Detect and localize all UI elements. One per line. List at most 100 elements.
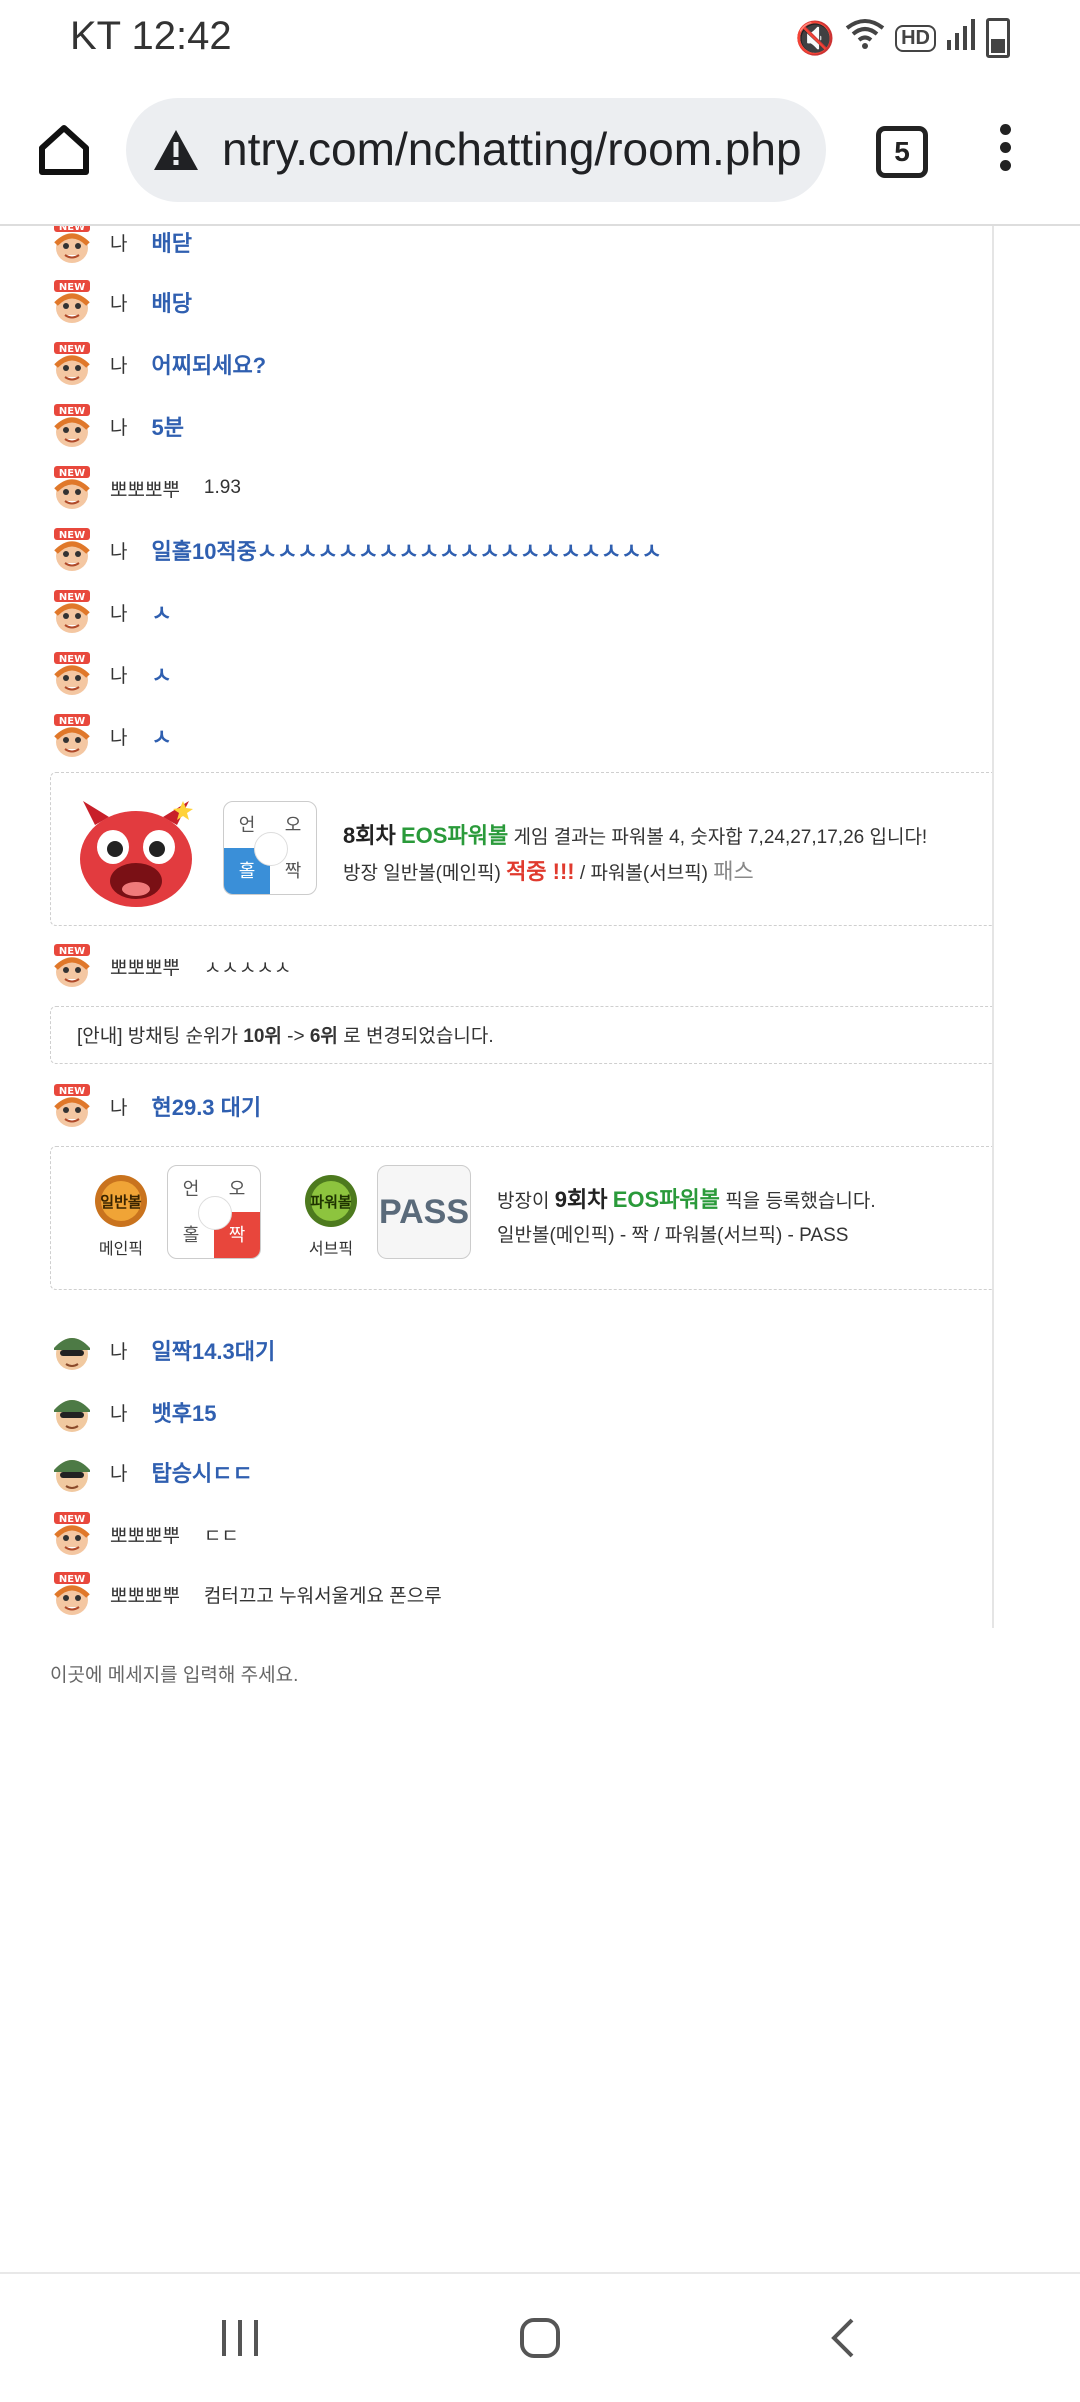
chat-nickname[interactable]: 나	[110, 537, 127, 564]
new-user-avatar-icon: NEW	[54, 466, 90, 509]
home-nav-icon[interactable]	[518, 2316, 562, 2360]
game-result-box: 언 오 홀 짝 8회차 EOS파워볼 게임 결과는 파워볼 4, 숫자합 7,2…	[50, 772, 992, 926]
chat-text: 일짝14.3대기	[151, 1339, 276, 1364]
new-user-avatar-icon: NEW	[54, 1512, 90, 1555]
notice-box: [안내] 방채팅 순위가 10위 -> 6위 로 변경되었습니다.	[50, 1006, 992, 1064]
pass-label: 패스	[713, 859, 754, 884]
notice-suffix: 로 변경되었습니다.	[337, 1026, 494, 1047]
address-bar[interactable]: ntry.com/nchatting/room.php	[126, 98, 826, 202]
chat-text: 어찌되세요?	[151, 353, 267, 378]
battery-icon	[986, 18, 1010, 58]
svg-text:NEW: NEW	[59, 226, 85, 233]
power-ball-badge-icon: 파워볼	[305, 1175, 357, 1227]
result-text: 8회차 EOS파워볼 게임 결과는 파워볼 4, 숫자합 7,24,27,17,…	[343, 819, 927, 891]
svg-text:NEW: NEW	[59, 1514, 85, 1525]
main-pick-label: 방장 일반볼(메인픽)	[343, 863, 507, 884]
pick-line-2: 일반볼(메인픽) - 짝 / 파워볼(서브픽) - PASS	[497, 1225, 849, 1246]
result-pick-grid: 언 오 홀 짝	[223, 801, 317, 895]
chat-nickname[interactable]: 나	[110, 289, 127, 316]
chat-nickname[interactable]: 나	[110, 723, 127, 750]
new-user-avatar-icon: NEW	[54, 590, 90, 633]
new-user-avatar-icon: NEW	[54, 944, 90, 987]
chat-message: NEW 뽀뽀뽀뿌 ㄷㄷ	[50, 1512, 239, 1556]
rank-to: 6위	[309, 1026, 338, 1047]
browser-toolbar: ntry.com/nchatting/room.php 5	[0, 80, 1080, 226]
notice-prefix: [안내] 방채팅 순위가	[77, 1026, 244, 1047]
tab-switcher-button[interactable]: 5	[876, 126, 928, 178]
chat-message: NEW 나 ㅅ	[50, 652, 172, 696]
svg-text:NEW: NEW	[59, 592, 85, 603]
chat-nickname[interactable]: 뽀뽀뽀뿌	[110, 475, 180, 502]
svg-text:NEW: NEW	[59, 1574, 85, 1585]
pick-line-1: 방장이 9회차 EOS파워볼 픽을 등록했습니다.	[497, 1183, 876, 1219]
chat-message: NEW 나 일홀10적중ㅅㅅㅅㅅㅅㅅㅅㅅㅅㅅㅅㅅㅅㅅㅅㅅㅅㅅㅅㅅ	[50, 528, 662, 572]
pass-badge: PASS	[378, 1193, 470, 1231]
chat-text: ㅅ	[151, 725, 172, 750]
chat-nickname[interactable]: 나	[110, 661, 127, 688]
notice-arrow: ->	[281, 1026, 310, 1047]
chat-message: NEW 뽀뽀뽀뿌 ㅅㅅㅅㅅㅅ	[50, 944, 291, 988]
pick-prefix: 방장이	[497, 1191, 555, 1212]
pick-game: EOS파워볼	[612, 1187, 720, 1212]
sub-pick-caption: 서브픽	[308, 1241, 354, 1258]
soldier-avatar-icon	[54, 1338, 90, 1370]
recent-apps-icon[interactable]	[218, 2316, 262, 2360]
new-user-avatar-icon: NEW	[54, 1084, 90, 1127]
svg-text:NEW: NEW	[59, 406, 85, 417]
new-user-avatar-icon: NEW	[54, 404, 90, 447]
chat-nickname[interactable]: 나	[110, 1459, 127, 1486]
chat-text: 배닫	[151, 231, 192, 256]
new-user-avatar-icon: NEW	[54, 1572, 90, 1615]
status-icons: 🔇 HD	[795, 18, 1010, 58]
pick-suffix: 픽을 등록했습니다.	[719, 1191, 876, 1212]
chat-text: 탑승시ㄷㄷ	[151, 1461, 253, 1486]
chat-nickname[interactable]: 뽀뽀뽀뿌	[110, 1581, 180, 1608]
back-icon[interactable]	[822, 2316, 866, 2360]
soldier-avatar-icon	[54, 1400, 90, 1432]
svg-text:NEW: NEW	[59, 946, 85, 957]
chat-text: ㅅ	[151, 663, 172, 688]
chat-nickname[interactable]: 나	[110, 1399, 127, 1426]
chat-message: 나 일짝14.3대기	[50, 1328, 275, 1372]
hit-badge: 적중 !!!	[506, 859, 575, 884]
svg-text:NEW: NEW	[59, 654, 85, 665]
new-user-avatar-icon: NEW	[54, 226, 90, 263]
chat-message: NEW 나 ㅅ	[50, 590, 172, 634]
more-menu-icon[interactable]	[990, 120, 1020, 180]
sub-pick-label: / 파워볼(서브픽)	[574, 863, 714, 884]
chat-nickname[interactable]: 나	[110, 229, 127, 256]
svg-text:NEW: NEW	[59, 468, 85, 479]
chat-nickname[interactable]: 뽀뽀뽀뿌	[110, 953, 180, 980]
chat-message: NEW 나 현29.3 대기	[50, 1084, 261, 1128]
chat-text: 일홀10적중ㅅㅅㅅㅅㅅㅅㅅㅅㅅㅅㅅㅅㅅㅅㅅㅅㅅㅅㅅㅅ	[151, 539, 662, 564]
status-bar: KT 12:42 🔇 HD	[0, 0, 1080, 80]
game-name: EOS파워볼	[401, 823, 509, 848]
chat-message: NEW 나 5분	[50, 404, 184, 448]
new-user-avatar-icon: NEW	[54, 528, 90, 571]
grid-center-dot	[198, 1196, 232, 1230]
chat-log[interactable]: 언 오 홀 짝 8회차 EOS파워볼 게임 결과는 파워볼 4, 숫자합 7,2…	[0, 226, 994, 1628]
wifi-icon	[845, 18, 885, 58]
new-user-avatar-icon: NEW	[54, 652, 90, 695]
new-user-avatar-icon: NEW	[54, 342, 90, 385]
chat-nickname[interactable]: 나	[110, 1337, 127, 1364]
svg-text:NEW: NEW	[59, 530, 85, 541]
svg-text:NEW: NEW	[59, 344, 85, 355]
chat-nickname[interactable]: 나	[110, 599, 127, 626]
chat-nickname[interactable]: 나	[110, 1093, 127, 1120]
chat-nickname[interactable]: 뽀뽀뽀뿌	[110, 1521, 180, 1548]
main-pick-grid: 언 오 홀 짝	[167, 1165, 261, 1259]
chat-nickname[interactable]: 나	[110, 351, 127, 378]
main-pick-caption: 메인픽	[98, 1241, 144, 1258]
chat-nickname[interactable]: 나	[110, 413, 127, 440]
home-button[interactable]	[32, 118, 96, 182]
chat-text: ㅅㅅㅅㅅㅅ	[203, 957, 292, 979]
message-input[interactable]: 이곳에 메세지를 입력해 주세요.	[50, 1660, 298, 1687]
pick-round: 9회차	[554, 1187, 608, 1212]
sub-pick-grid: PASS	[377, 1165, 471, 1259]
chat-text: 컴터끄고 누워서울게요 폰으루	[203, 1585, 442, 1607]
new-user-avatar-icon: NEW	[54, 280, 90, 323]
system-nav-bar	[0, 2272, 1080, 2402]
chat-message: 나 뱃후15	[50, 1390, 216, 1434]
chat-text: 5분	[151, 415, 184, 440]
